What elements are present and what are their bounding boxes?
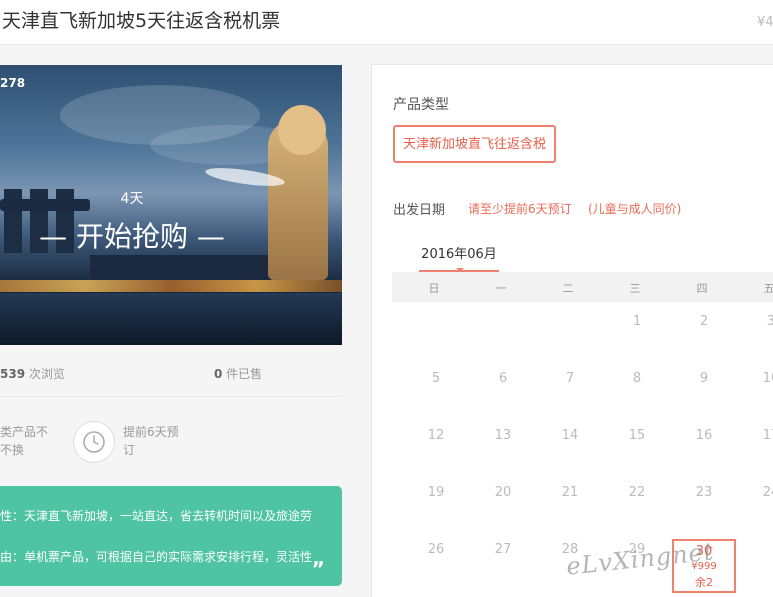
views-label: 次浏览: [25, 367, 65, 381]
weekday-label: 三: [629, 282, 641, 295]
calendar-day[interactable]: 19: [416, 485, 456, 500]
calendar-day[interactable]: 10: [751, 371, 773, 386]
clock-icon: [73, 421, 115, 463]
child-price-hint: (儿童与成人同价): [588, 202, 682, 216]
clock-icon-glyph: [83, 431, 105, 453]
calendar-day[interactable]: 17: [751, 428, 773, 443]
weekday-label: 二: [562, 282, 574, 295]
calendar-weekday-header: 日 一 二 三 四 五: [392, 272, 773, 302]
calendar-day[interactable]: 1: [617, 314, 657, 329]
product-notes: 性：天津直飞新加坡，一站直达，省去转机时间以及旅途劳 由：单机票产品，可根据自己…: [0, 486, 342, 586]
calendar-day[interactable]: 5: [416, 371, 456, 386]
hero-cta[interactable]: — 开始抢购 —: [0, 215, 264, 255]
calendar-day[interactable]: 3: [751, 314, 773, 329]
merlion-head: [278, 105, 326, 155]
calendar-day[interactable]: 15: [617, 428, 657, 443]
product-type-label: 产品类型: [393, 97, 449, 113]
calendar-day[interactable]: 7: [550, 371, 590, 386]
city-lights: [0, 280, 342, 292]
weekday-label: 五: [763, 282, 773, 295]
product-features: 类产品不不换 提前6天预订: [0, 397, 342, 485]
quote-icon: „: [312, 546, 326, 570]
weekday-label: 一: [495, 282, 507, 295]
product-stats: 539 次浏览 0 件已售: [0, 345, 342, 397]
calendar-day[interactable]: 13: [483, 428, 523, 443]
calendar-day[interactable]: 21: [550, 485, 590, 500]
calendar-day[interactable]: 9: [684, 371, 724, 386]
calendar-day[interactable]: 8: [617, 371, 657, 386]
calendar-day[interactable]: 12: [416, 428, 456, 443]
product-type-option[interactable]: 天津新加坡直飞往返含税: [393, 125, 557, 163]
booking-advance-hint: 请至少提前6天预订: [468, 202, 572, 216]
views-stat: 539 次浏览: [0, 365, 65, 382]
booking-panel: 产品类型 天津新加坡直飞往返含税 出发日期 请至少提前6天预订 (儿童与成人同价…: [371, 64, 773, 597]
page-title: 天津直飞新加坡5天往返含税机票: [2, 10, 281, 32]
calendar-day[interactable]: 14: [550, 428, 590, 443]
calendar-day[interactable]: 26: [416, 542, 456, 557]
available-day-stock: 余2: [695, 576, 713, 589]
product-gallery-column: 278 4天 — 开始抢购 — 539 次浏览 0 件已售 类产品不不换 提前6…: [0, 45, 362, 597]
hero-days: 4天: [120, 191, 144, 207]
advance-booking-note: 提前6天预订: [123, 425, 179, 457]
calendar-day[interactable]: 27: [483, 542, 523, 557]
calendar-day[interactable]: 24: [751, 485, 773, 500]
calendar-day[interactable]: 16: [684, 428, 724, 443]
views-count: 539: [0, 367, 26, 381]
calendar-day[interactable]: 2: [684, 314, 724, 329]
hero-count: 278: [0, 76, 26, 90]
page-header: 天津直飞新加坡5天往返含税机票 ¥4: [0, 0, 773, 45]
calendar-day[interactable]: 23: [684, 485, 724, 500]
note-line: 性：天津直飞新加坡，一站直达，省去转机时间以及旅途劳: [0, 509, 313, 523]
note-line: 由：单机票产品，可根据自己的实际需求安排行程，灵活性: [0, 550, 313, 564]
hero-image[interactable]: 278 4天 — 开始抢购 —: [0, 65, 342, 345]
calendar-day[interactable]: 22: [617, 485, 657, 500]
harbor-water: [0, 293, 342, 345]
calendar-day[interactable]: 6: [483, 371, 523, 386]
price-fragment: ¥4: [757, 15, 773, 30]
departure-date-label: 出发日期: [393, 203, 446, 218]
weekday-label: 日: [428, 282, 440, 295]
sold-label: 件已售: [222, 367, 263, 381]
weekday-label: 四: [696, 282, 708, 295]
calendar-day[interactable]: 20: [483, 485, 523, 500]
sold-stat: 0 件已售: [214, 365, 262, 382]
no-refund-note: 类产品不不换: [0, 425, 49, 457]
